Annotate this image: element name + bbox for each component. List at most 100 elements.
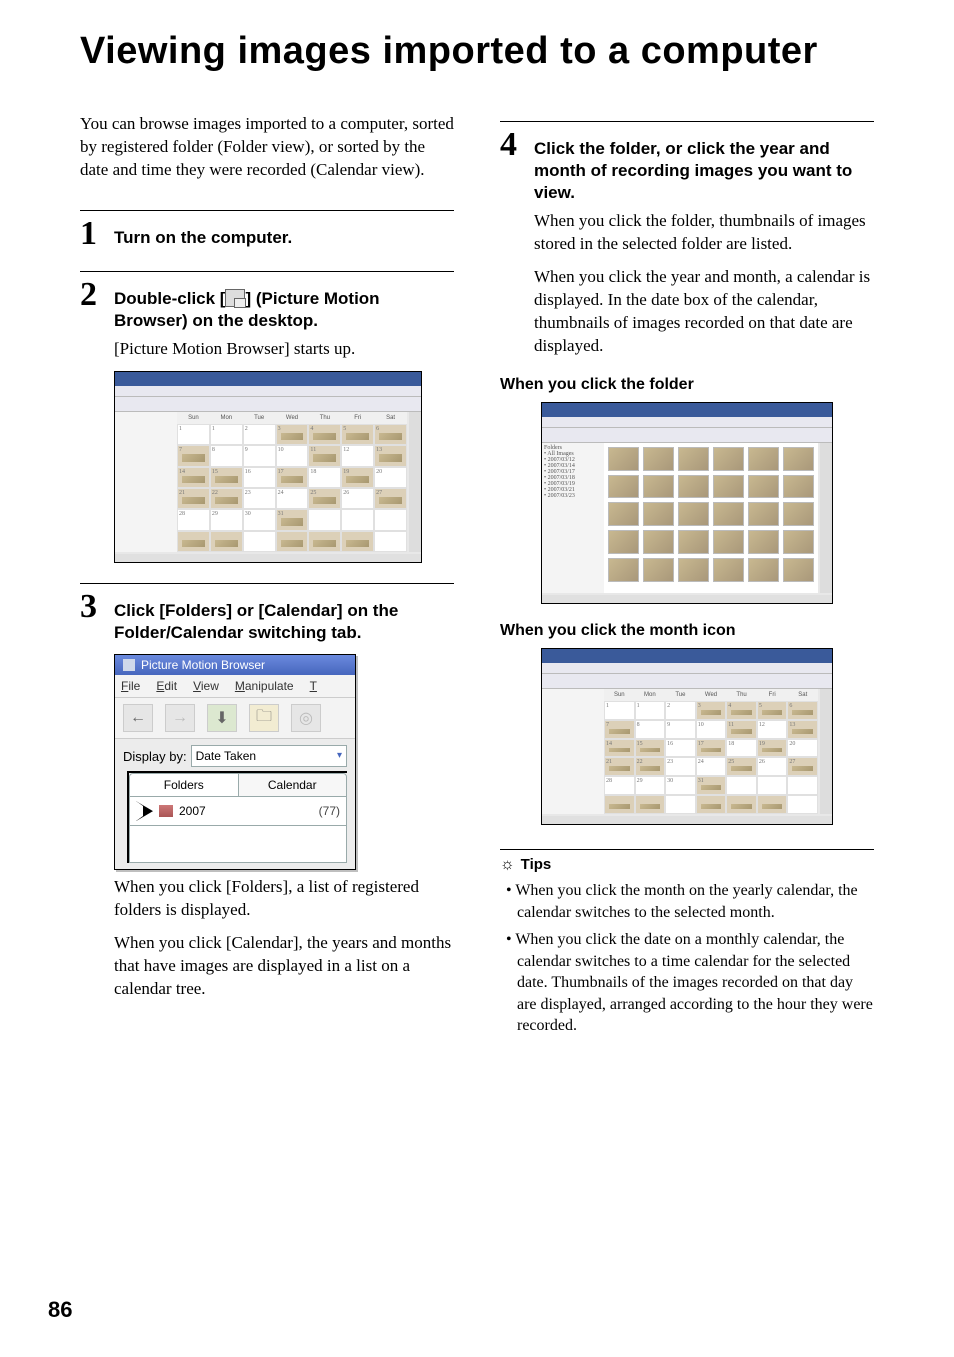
pmb-window-title: Picture Motion Browser	[141, 658, 265, 672]
scrollbar	[409, 412, 421, 552]
app-icon	[123, 659, 135, 671]
day-label: Sat	[374, 412, 407, 424]
step-2: 2 Double-click [] (Picture Motion Browse…	[80, 278, 454, 563]
day-label: Wed	[276, 412, 309, 424]
expand-icon	[136, 801, 153, 821]
calendar-grid: 1123456 78910111213 14151617181920 21222…	[177, 424, 407, 552]
page-title: Viewing images imported to a computer	[80, 30, 874, 73]
figure-folder-view: Folders• All Images• 2007/03/12• 2007/03…	[500, 402, 874, 604]
step-4: 4 Click the folder, or click the year an…	[500, 128, 874, 825]
divider	[500, 849, 874, 850]
import-button[interactable]: ⬇	[207, 704, 237, 732]
step-title: Click [Folders] or [Calendar] on the Fol…	[114, 590, 454, 644]
window-sidebar	[542, 689, 607, 814]
tips-list: When you click the month on the yearly c…	[500, 880, 874, 1037]
menu-manipulate[interactable]: Manipulate	[235, 679, 294, 693]
menu-file[interactable]: File	[121, 679, 140, 693]
folder-calendar-tabs: Folders Calendar	[129, 773, 347, 797]
window-statusbar	[115, 554, 421, 562]
day-label: Sun	[604, 689, 635, 701]
year-tree-row[interactable]: 2007 (77)	[129, 797, 347, 826]
pmb-menubar: File Edit View Manipulate T	[115, 675, 355, 698]
step-number: 3	[80, 590, 104, 624]
figure-calendar-screenshot: Sun Mon Tue Wed Thu Fri Sat 1123456 7891…	[114, 371, 454, 563]
window-toolbar	[542, 674, 832, 689]
forward-button[interactable]: →	[165, 704, 195, 732]
window-sidebar: Folders• All Images• 2007/03/12• 2007/03…	[542, 443, 607, 593]
step-body: [Picture Motion Browser] starts up.	[114, 338, 454, 361]
app-window: Folders• All Images• 2007/03/12• 2007/03…	[541, 402, 833, 604]
divider	[80, 271, 454, 272]
window-titlebar	[115, 372, 421, 386]
display-by-dropdown[interactable]: Date Taken ▾	[191, 745, 347, 767]
window-titlebar	[542, 649, 832, 663]
day-label: Tue	[243, 412, 276, 424]
calendar-content: Sun Mon Tue Wed Thu Fri Sat 1123456 7891…	[604, 689, 818, 814]
scrollbar	[820, 443, 832, 593]
window-menubar	[542, 417, 832, 428]
day-label: Sun	[177, 412, 210, 424]
step-body: When you click the folder, thumbnails of…	[534, 210, 874, 256]
day-label: Thu	[308, 412, 341, 424]
divider	[80, 210, 454, 211]
day-label: Fri	[757, 689, 788, 701]
app-window: Sun Mon Tue Wed Thu Fri Sat 1123456 7891…	[541, 648, 833, 825]
figure-pmb-panel: Picture Motion Browser File Edit View Ma…	[114, 654, 454, 870]
day-label: Sat	[787, 689, 818, 701]
step-3: 3 Click [Folders] or [Calendar] on the F…	[80, 590, 454, 1001]
folder-button[interactable]: 🗀	[249, 704, 279, 732]
tab-calendar[interactable]: Calendar	[238, 774, 347, 796]
day-label: Mon	[635, 689, 666, 701]
step-number: 4	[500, 128, 524, 162]
window-statusbar	[542, 595, 832, 603]
year-count: (77)	[319, 804, 340, 818]
step-title-pre: Double-click [	[114, 289, 225, 308]
step-number: 1	[80, 217, 104, 251]
step-number: 2	[80, 278, 104, 312]
tips-label: Tips	[521, 856, 552, 873]
step-body: When you click the year and month, a cal…	[534, 266, 874, 358]
menu-view[interactable]: View	[193, 679, 219, 693]
sub-heading-folder: When you click the folder	[500, 376, 874, 394]
year-label: 2007	[179, 804, 206, 818]
window-sidebar	[115, 412, 180, 552]
tip-item: When you click the month on the yearly c…	[506, 880, 874, 923]
tab-folders[interactable]: Folders	[130, 774, 238, 796]
pmb-toolbar: ← → ⬇ 🗀 ◎	[115, 698, 355, 739]
menu-edit[interactable]: Edit	[156, 679, 177, 693]
step-body: When you click [Calendar], the years and…	[114, 932, 454, 1001]
back-button[interactable]: ←	[123, 704, 153, 732]
pmb-titlebar: Picture Motion Browser	[115, 655, 355, 675]
step-title: Click the folder, or click the year and …	[534, 128, 874, 204]
window-menubar	[115, 386, 421, 397]
calendar-content: Sun Mon Tue Wed Thu Fri Sat 1123456 7891…	[177, 412, 407, 552]
disc-button[interactable]: ◎	[291, 704, 321, 732]
step-body: When you click [Folders], a list of regi…	[114, 876, 454, 922]
day-label: Fri	[341, 412, 374, 424]
figure-month-view: Sun Mon Tue Wed Thu Fri Sat 1123456 7891…	[500, 648, 874, 825]
tip-icon: ☼	[500, 856, 515, 874]
scrollbar	[820, 689, 832, 814]
day-label: Mon	[210, 412, 243, 424]
tip-item: When you click the date on a monthly cal…	[506, 929, 874, 1037]
day-label: Tue	[665, 689, 696, 701]
chevron-down-icon: ▾	[337, 746, 342, 766]
menu-tools[interactable]: T	[310, 679, 317, 693]
divider	[80, 583, 454, 584]
step-title: Turn on the computer.	[114, 217, 292, 249]
step-1: 1 Turn on the computer.	[80, 217, 454, 251]
window-toolbar	[542, 428, 832, 443]
thumbnail-grid	[604, 443, 818, 586]
pmb-desktop-icon	[225, 289, 245, 307]
day-label: Wed	[696, 689, 727, 701]
tree-blank-area	[129, 826, 347, 863]
window-toolbar	[115, 397, 421, 412]
year-icon	[159, 805, 173, 817]
display-by-value: Date Taken	[196, 746, 257, 766]
page-number: 86	[48, 1297, 72, 1323]
step-title: Double-click [] (Picture Motion Browser)…	[114, 278, 454, 332]
pmb-panel: Picture Motion Browser File Edit View Ma…	[114, 654, 356, 870]
display-by-row: Display by: Date Taken ▾	[123, 745, 347, 767]
day-label: Thu	[726, 689, 757, 701]
window-statusbar	[542, 816, 832, 824]
